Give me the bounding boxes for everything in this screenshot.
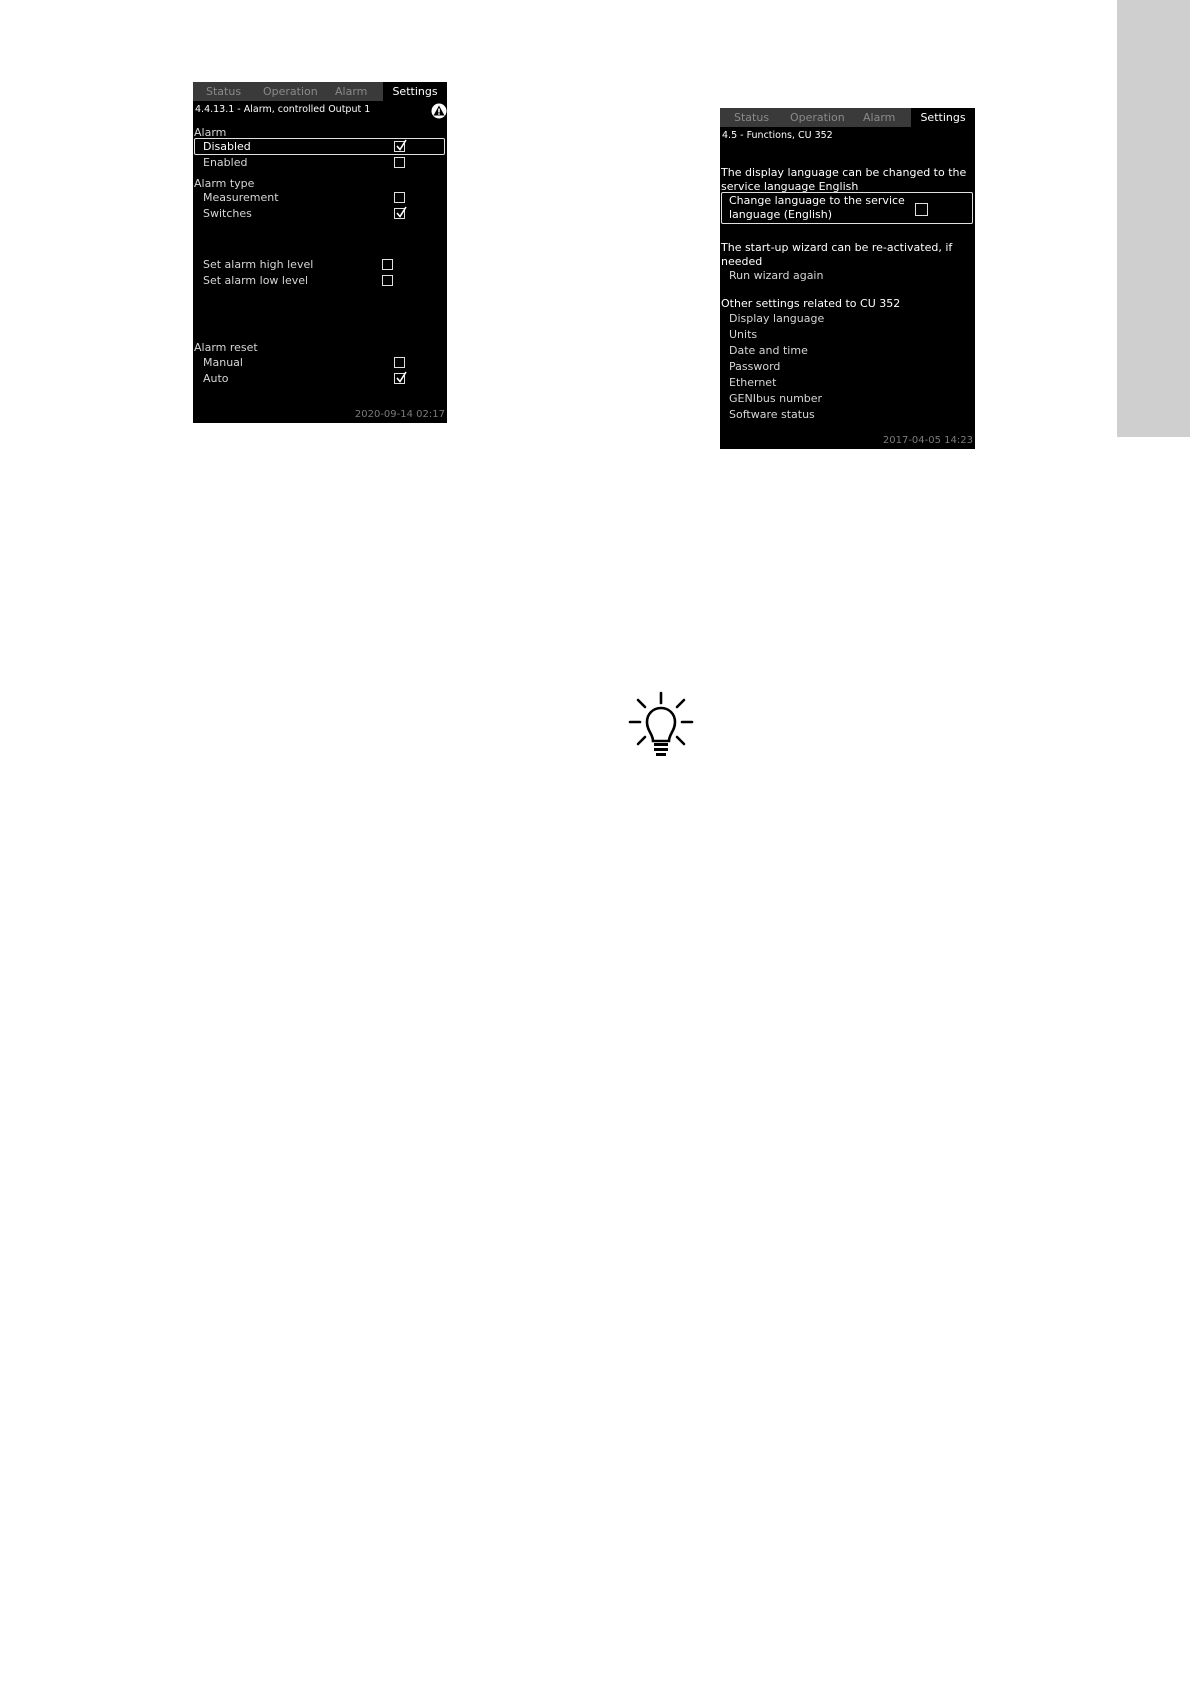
set-alarm-high-label: Set alarm high level [203,258,314,271]
set-alarm-high-checkbox[interactable] [382,259,393,270]
manual-checkbox[interactable] [394,357,405,368]
service-language-text: The display language can be changed to t… [721,166,967,193]
display-language-link[interactable]: Display language [729,312,824,325]
alarm-enabled-checkbox[interactable] [394,157,405,168]
tab-operation[interactable]: Operation [263,82,318,101]
menu-path: 4.4.13.1 - Alarm, controlled Output 1 [195,104,371,115]
warning-icon[interactable] [431,103,447,119]
alarm-type-header: Alarm type [194,177,255,190]
alarm-enabled-label: Enabled [203,156,248,169]
change-language-checkbox[interactable] [915,203,928,216]
switches-checkbox[interactable] [394,206,407,219]
timestamp: 2020-09-14 02:17 [354,409,445,420]
startup-wizard-text: The start-up wizard can be re-activated,… [721,241,953,268]
alarm-disabled-label: Disabled [203,140,251,153]
auto-checkbox[interactable] [394,371,407,384]
tab-operation[interactable]: Operation [790,108,845,127]
genibus-number-link[interactable]: GENIbus number [729,392,822,405]
timestamp: 2017-04-05 14:23 [882,435,973,446]
tab-alarm[interactable]: Alarm [335,82,367,101]
side-margin-tab [1117,0,1190,437]
menu-path: 4.5 - Functions, CU 352 [722,130,833,141]
lightbulb-icon [628,691,694,756]
software-status-link[interactable]: Software status [729,408,815,421]
tab-settings[interactable]: Settings [911,108,975,127]
tab-alarm[interactable]: Alarm [863,108,895,127]
functions-cu352-screen: Status Operation Alarm Settings 4.5 - Fu… [720,108,975,449]
run-wizard-again-link[interactable]: Run wizard again [729,269,823,282]
tab-status[interactable]: Status [206,82,241,101]
tab-settings[interactable]: Settings [383,82,447,101]
other-settings-header: Other settings related to CU 352 [721,297,901,310]
date-and-time-link[interactable]: Date and time [729,344,808,357]
measurement-checkbox[interactable] [394,192,405,203]
auto-label: Auto [203,372,229,385]
alarm-reset-header: Alarm reset [194,341,258,354]
units-link[interactable]: Units [729,328,757,341]
password-link[interactable]: Password [729,360,780,373]
alarm-controlled-output-screen: Status Operation Alarm Settings 4.4.13.1… [193,82,447,423]
measurement-label: Measurement [203,191,279,204]
tab-status[interactable]: Status [734,108,769,127]
alarm-disabled-checkbox[interactable] [394,139,407,152]
tab-bar: Status Operation Alarm Settings [720,108,975,127]
tab-bar: Status Operation Alarm Settings [193,82,447,101]
set-alarm-low-checkbox[interactable] [382,275,393,286]
switches-label: Switches [203,207,252,220]
change-language-label: Change language to the service language … [729,194,905,221]
set-alarm-low-label: Set alarm low level [203,274,309,287]
ethernet-link[interactable]: Ethernet [729,376,776,389]
manual-label: Manual [203,356,243,369]
